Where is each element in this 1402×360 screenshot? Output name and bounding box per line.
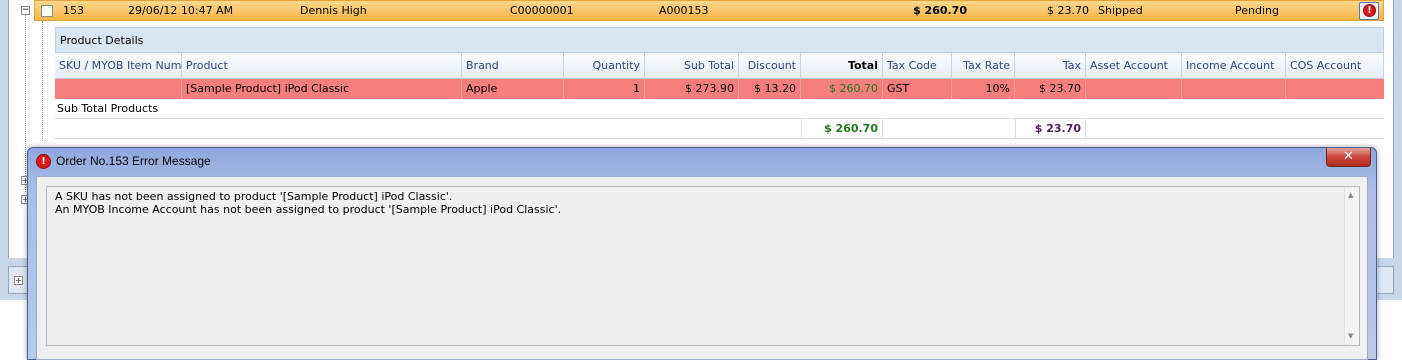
- col-header-tax-code[interactable]: Tax Code: [883, 53, 952, 79]
- product-details-panel: Product Details SKU / MYOB Item Num Prod…: [55, 27, 1384, 139]
- error-dialog: ! Order No.153 Error Message ✕ A SKU has…: [27, 147, 1377, 360]
- scroll-up-icon[interactable]: ▲: [1348, 189, 1353, 202]
- col-header-sku[interactable]: SKU / MYOB Item Num: [55, 53, 182, 79]
- product-row[interactable]: [Sample Product] iPod Classic Apple 1 $ …: [55, 79, 1384, 99]
- dialog-body: A SKU has not been assigned to product '…: [36, 176, 1368, 360]
- error-button[interactable]: !: [1359, 2, 1379, 20]
- col-header-quantity[interactable]: Quantity: [564, 53, 645, 79]
- customer-name: Dennis High: [300, 4, 367, 17]
- collapse-row-icon[interactable]: −: [21, 6, 30, 15]
- cell-sku: [55, 79, 182, 99]
- tree-line: [25, 12, 26, 192]
- add-record-icon[interactable]: +: [14, 276, 23, 285]
- error-message-line: An MYOB Income Account has not been assi…: [55, 203, 562, 216]
- error-message-box[interactable]: A SKU has not been assigned to product '…: [46, 186, 1360, 346]
- error-message-line: A SKU has not been assigned to product '…: [55, 190, 453, 203]
- cell-subtotal: $ 273.90: [645, 79, 739, 99]
- order-total: $ 260.70: [913, 4, 967, 17]
- close-button[interactable]: ✕: [1326, 148, 1371, 167]
- col-header-cos-account[interactable]: COS Account: [1286, 53, 1384, 79]
- order-status: Shipped: [1098, 4, 1143, 17]
- panel-caption: Product Details: [55, 27, 1384, 53]
- row-checkbox[interactable]: [41, 5, 53, 17]
- col-header-subtotal[interactable]: Sub Total: [645, 53, 739, 79]
- customer-id: C00000001: [510, 4, 574, 17]
- col-header-total[interactable]: Total: [801, 53, 883, 79]
- col-header-product[interactable]: Product: [182, 53, 462, 79]
- cell-brand: Apple: [462, 79, 564, 99]
- cell-quantity: 1: [564, 79, 645, 99]
- cell-cos-account: [1286, 79, 1384, 99]
- sync-status: Pending: [1235, 4, 1279, 17]
- cell-total: $ 260.70: [801, 79, 883, 99]
- cell-tax: $ 23.70: [1015, 79, 1086, 99]
- cell-income-account: [1182, 79, 1286, 99]
- details-header: SKU / MYOB Item Num Product Brand Quanti…: [55, 53, 1384, 79]
- scroll-down-icon[interactable]: ▼: [1348, 330, 1353, 343]
- col-header-tax-rate[interactable]: Tax Rate: [952, 53, 1015, 79]
- order-number: 153: [63, 4, 84, 17]
- order-row[interactable]: 153 29/06/12 10:47 AM Dennis High C00000…: [34, 0, 1384, 21]
- order-tax: $ 23.70: [1047, 4, 1089, 17]
- cell-tax-code: GST: [883, 79, 952, 99]
- subtotal-label: Sub Total Products: [55, 99, 1384, 119]
- col-header-income-account[interactable]: Income Account: [1182, 53, 1286, 79]
- col-header-asset-account[interactable]: Asset Account: [1086, 53, 1182, 79]
- col-header-discount[interactable]: Discount: [739, 53, 801, 79]
- order-datetime: 29/06/12 10:47 AM: [128, 4, 234, 17]
- col-header-tax[interactable]: Tax: [1015, 53, 1086, 79]
- invoice-number: A000153: [659, 4, 709, 17]
- cell-asset-account: [1086, 79, 1182, 99]
- col-header-brand[interactable]: Brand: [462, 53, 564, 79]
- cell-discount: $ 13.20: [739, 79, 801, 99]
- error-icon: !: [36, 154, 51, 169]
- total-sum: $ 260.70: [801, 119, 883, 139]
- totals-row: $ 260.70 $ 23.70: [55, 119, 1384, 139]
- cell-tax-rate: 10%: [952, 79, 1015, 99]
- tree-line: [42, 21, 43, 141]
- error-icon: !: [1363, 4, 1376, 17]
- dialog-title: Order No.153 Error Message: [56, 154, 211, 168]
- cell-product: [Sample Product] iPod Classic: [182, 79, 462, 99]
- tax-sum: $ 23.70: [1015, 119, 1086, 139]
- vertical-scrollbar[interactable]: ▲ ▼: [1344, 187, 1359, 345]
